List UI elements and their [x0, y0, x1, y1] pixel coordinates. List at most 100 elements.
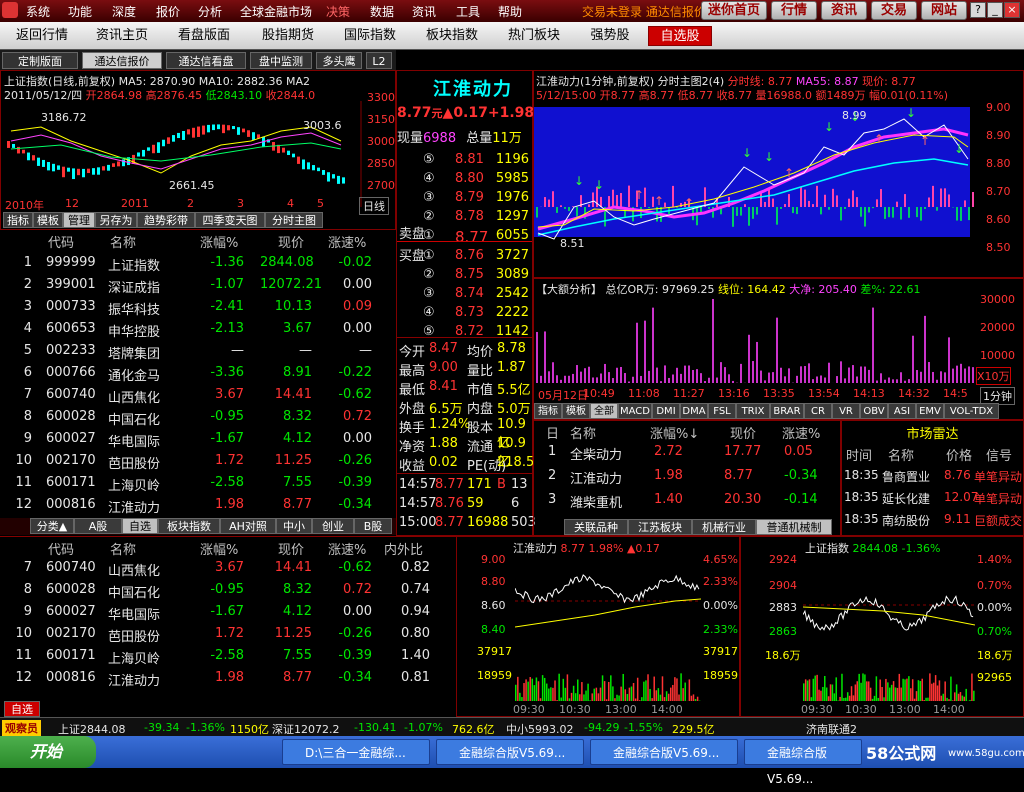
table-row[interactable]: 12000816江淮动力1.988.77-0.340.81	[0, 667, 456, 689]
radar-row[interactable]: 18:35延长化建12.07单笔异动	[842, 487, 1023, 509]
task-finance-2[interactable]: 金融综合版V5.69...	[590, 739, 738, 765]
sector-row[interactable]: 1全柴动力2.7217.770.05	[534, 441, 840, 463]
tab-monitor[interactable]: 盘中监测	[250, 52, 312, 69]
col-price[interactable]: 现价	[730, 423, 756, 442]
nav-news-home[interactable]: 资讯主页	[86, 26, 158, 46]
col-speed[interactable]: 涨速%	[328, 539, 366, 558]
nav-back-quotes[interactable]: 返回行情	[6, 26, 78, 46]
tool-tab[interactable]: 模板	[33, 212, 63, 228]
indicator-tab[interactable]: 全部	[590, 403, 618, 419]
market-tab[interactable]: 中小	[276, 518, 312, 534]
indicator-tab[interactable]: VOL-TDX	[944, 403, 999, 419]
task-explorer[interactable]: D:\三合一金融综...	[282, 739, 430, 765]
mini-home-button[interactable]: 迷你首页	[701, 1, 767, 20]
tool-tab[interactable]: 另存为	[95, 212, 137, 228]
table-row[interactable]: 8600028中国石化-0.958.320.72	[0, 406, 396, 428]
col-price[interactable]: 现价	[278, 232, 304, 251]
nav-watchlist[interactable]: 自选股	[648, 26, 712, 46]
table-row[interactable]: 10002170芭田股份1.7211.25-0.260.80	[0, 623, 456, 645]
help-icon[interactable]: ?	[970, 2, 986, 18]
menu-analysis[interactable]: 分析	[198, 3, 222, 20]
menu-function[interactable]: 功能	[68, 3, 92, 20]
bottom-tab-watchlist[interactable]: 自选	[4, 701, 40, 717]
table-row[interactable]: 5002233塔牌集团———	[0, 340, 396, 362]
tab-bull-eagle[interactable]: 多头鹰	[316, 52, 362, 69]
menu-info[interactable]: 资讯	[412, 3, 436, 20]
col-change[interactable]: 涨幅%↓	[650, 423, 699, 442]
observer-badge[interactable]: 观察员	[2, 720, 41, 736]
table-row[interactable]: 10002170芭田股份1.7211.25-0.26	[0, 450, 396, 472]
nav-sector-index[interactable]: 板块指数	[416, 26, 488, 46]
table-row[interactable]: 9600027华电国际-1.674.120.000.94	[0, 601, 456, 623]
table-row[interactable]: 11600171上海贝岭-2.587.55-0.39	[0, 472, 396, 494]
indicator-tab[interactable]: ASI	[888, 403, 916, 419]
indicator-tab[interactable]: OBV	[860, 403, 888, 419]
menu-help[interactable]: 帮助	[498, 3, 522, 20]
menu-data[interactable]: 数据	[370, 3, 394, 20]
tool-tab[interactable]: 管理	[63, 212, 95, 228]
col-change[interactable]: 涨幅%	[200, 232, 238, 251]
indicator-tab[interactable]: 模板	[562, 403, 590, 419]
market-tab[interactable]: A股	[74, 518, 122, 534]
indicator-tab[interactable]: FSL	[708, 403, 736, 419]
table-row[interactable]: 12000816江淮动力1.988.77-0.34	[0, 494, 396, 516]
intraday-chart[interactable]: ↓↓↑↑↑↓↓↑↓↓↑↓↑↓	[534, 107, 974, 277]
col-name[interactable]: 名称	[570, 423, 596, 442]
nav-layout[interactable]: 看盘版面	[168, 26, 240, 46]
tool-tab[interactable]: 分时主图	[265, 212, 323, 228]
tool-tab[interactable]: 趋势彩带	[137, 212, 195, 228]
sector-tab[interactable]: 机械行业	[692, 519, 756, 535]
indicator-tab[interactable]: TRIX	[736, 403, 770, 419]
indicator-tab[interactable]: DMA	[680, 403, 708, 419]
table-row[interactable]: 11600171上海贝岭-2.587.55-0.391.40	[0, 645, 456, 667]
minimize-icon[interactable]: _	[987, 2, 1003, 18]
start-button[interactable]: 开始	[0, 736, 96, 768]
menu-depth[interactable]: 深度	[112, 3, 136, 20]
fund-bars-chart[interactable]	[534, 295, 974, 385]
tool-tab[interactable]: 指标	[3, 212, 33, 228]
table-row[interactable]: 3000733振华科技-2.4110.130.09	[0, 296, 396, 318]
indicator-tab[interactable]: BRAR	[770, 403, 804, 419]
nav-hot-sector[interactable]: 热门板块	[498, 26, 570, 46]
market-tab[interactable]: 板块指数	[158, 518, 220, 534]
menu-decision[interactable]: 决策	[326, 3, 350, 20]
radar-row[interactable]: 18:35鲁商置业8.76单笔异动	[842, 465, 1023, 487]
nav-intl-index[interactable]: 国际指数	[334, 26, 406, 46]
col-change[interactable]: 涨幅%	[200, 539, 238, 558]
table-row[interactable]: 1999999上证指数-1.362844.08-0.02	[0, 252, 396, 274]
task-finance-1[interactable]: 金融综合版V5.69...	[436, 739, 584, 765]
mini2-chart[interactable]	[803, 555, 975, 701]
website-button[interactable]: 网站	[921, 1, 967, 20]
tab-tdx-watch[interactable]: 通达信看盘	[166, 52, 246, 69]
menu-system[interactable]: 系统	[26, 3, 50, 20]
table-row[interactable]: 9600027华电国际-1.674.120.00	[0, 428, 396, 450]
tab-l2[interactable]: L2	[366, 52, 392, 69]
indicator-tab[interactable]: EMV	[916, 403, 944, 419]
sector-tab[interactable]: 普通机械制	[756, 519, 832, 535]
col-speed[interactable]: 涨速%	[328, 232, 366, 251]
market-tab[interactable]: AH对照	[220, 518, 276, 534]
market-tab[interactable]: 自选	[122, 518, 158, 534]
tool-tab[interactable]: 四季变天图	[195, 212, 265, 228]
table-row[interactable]: 7600740山西焦化3.6714.41-0.620.82	[0, 557, 456, 579]
sector-row[interactable]: 2江淮动力1.988.77-0.34	[534, 465, 840, 487]
col-ratio[interactable]: 内外比	[384, 539, 423, 558]
indicator-tab[interactable]: CR	[804, 403, 832, 419]
mini1-chart[interactable]	[515, 555, 701, 701]
nav-futures[interactable]: 股指期货	[252, 26, 324, 46]
sector-row[interactable]: 3潍柴重机1.4020.30-0.14	[534, 489, 840, 511]
sector-tab[interactable]: 江苏板块	[628, 519, 692, 535]
menu-global[interactable]: 全球金融市场	[240, 3, 312, 20]
table-row[interactable]: 2399001深证成指-1.0712072.210.00	[0, 274, 396, 296]
sector-tab[interactable]: 关联品种	[564, 519, 628, 535]
table-row[interactable]: 4600653申华控股-2.133.670.00	[0, 318, 396, 340]
col-rank[interactable]: 日	[546, 423, 559, 442]
nav-strong-stocks[interactable]: 强势股	[580, 26, 640, 46]
indicator-tab[interactable]: MACD	[618, 403, 652, 419]
indicator-tab[interactable]: 指标	[534, 403, 562, 419]
tab-tdx-quote[interactable]: 通达信报价	[82, 52, 162, 69]
market-tab[interactable]: 创业	[312, 518, 354, 534]
close-icon[interactable]: ×	[1004, 2, 1020, 18]
col-name[interactable]: 名称	[110, 232, 136, 251]
col-speed[interactable]: 涨速%	[782, 423, 820, 442]
